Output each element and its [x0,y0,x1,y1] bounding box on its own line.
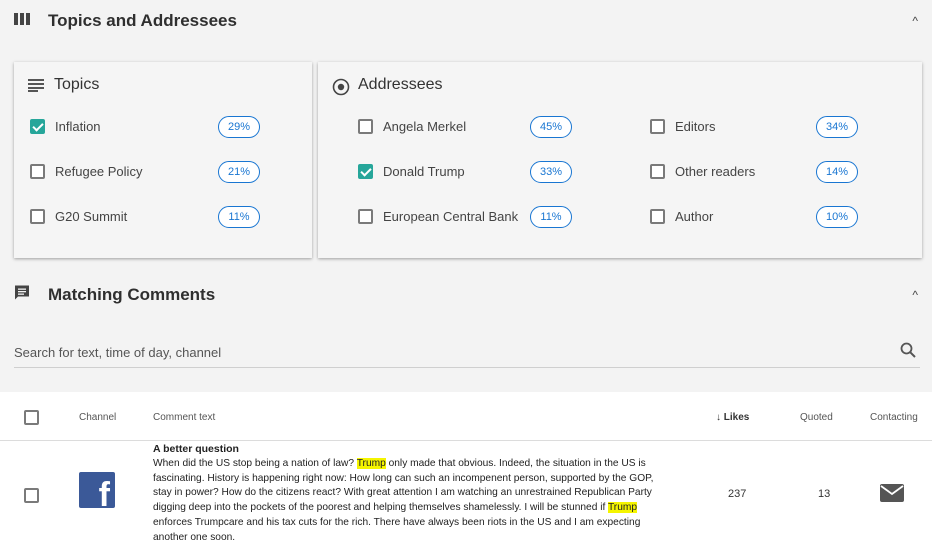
collapse-icon[interactable]: ^ [912,288,918,302]
columns-icon [14,12,30,30]
topic-label: Inflation [55,118,101,134]
topic-percent-badge: 29% [218,116,260,138]
addressees-title: Addressees [358,76,443,93]
addressee-label: Donald Trump [383,163,465,179]
topics-title: Topics [54,76,100,93]
checkbox[interactable] [30,118,45,134]
search-bar [14,336,920,368]
checkbox[interactable] [30,163,45,179]
addressee-option-other-readers[interactable]: Other readers [650,160,755,182]
addressee-option-angela-merkel[interactable]: Angela Merkel [358,115,466,137]
select-all-checkbox[interactable] [24,410,39,425]
topics-card: Topics Inflation 29% Refugee Policy 21% … [14,62,312,258]
checkbox[interactable] [30,208,45,224]
addressee-percent-badge: 14% [816,161,858,183]
addressee-percent-badge: 34% [816,116,858,138]
topic-option-inflation[interactable]: Inflation [30,115,101,137]
column-header-comment-text[interactable]: Comment text [153,412,215,423]
addressee-option-author[interactable]: Author [650,205,713,227]
facebook-icon: f [79,472,115,508]
matching-comments-header[interactable]: Matching Comments ^ [0,274,932,316]
topics-addressees-header[interactable]: Topics and Addressees ^ [0,0,932,42]
topic-option-refugee-policy[interactable]: Refugee Policy [30,160,142,182]
section-title: Matching Comments [48,285,216,304]
comment-title: A better question [153,443,239,455]
checkbox[interactable] [358,163,373,179]
list-icon [28,79,44,97]
addressee-label: Angela Merkel [383,118,467,134]
topic-label: Refugee Policy [55,163,143,179]
checkbox[interactable] [650,208,665,224]
addressee-label: Author [675,208,714,224]
section-title: Topics and Addressees [48,11,237,30]
comment-body-part: When did the US stop being a nation of l… [153,457,357,469]
topics-addressees-panel: Topics Inflation 29% Refugee Policy 21% … [0,42,932,274]
addressee-label: Editors [675,118,716,134]
column-header-likes[interactable]: ↓ Likes [716,412,749,423]
quoted-count: 13 [818,488,831,500]
search-input[interactable] [14,342,874,362]
topic-percent-badge: 21% [218,161,260,183]
facebook-glyph: f [98,476,110,508]
addressee-percent-badge: 10% [816,206,858,228]
addressees-card: Addressees Angela Merkel 45% Donald Trum… [318,62,922,258]
comment-text: A better question When did the US stop b… [153,442,673,546]
topic-percent-badge: 11% [218,206,260,228]
header-divider [0,440,932,441]
checkbox[interactable] [358,118,373,134]
topic-option-g20-summit[interactable]: G20 Summit [30,205,127,227]
checkbox[interactable] [650,163,665,179]
search-highlight: Trump [356,457,386,469]
addressee-percent-badge: 33% [530,161,572,183]
addressee-percent-badge: 45% [530,116,572,138]
search-icon[interactable] [900,342,916,363]
column-header-channel[interactable]: Channel [79,412,116,423]
checkbox[interactable] [650,118,665,134]
addressee-option-donald-trump[interactable]: Donald Trump [358,160,465,182]
addressee-option-european-central-bank[interactable]: European Central Bank [358,205,518,227]
addressee-label: Other readers [675,163,756,179]
column-header-quoted[interactable]: Quoted [800,412,833,423]
addressee-label: European Central Bank [383,208,519,224]
collapse-icon[interactable]: ^ [912,14,918,28]
topic-label: G20 Summit [55,208,128,224]
row-checkbox[interactable] [24,488,39,503]
comment-icon [14,285,30,306]
search-highlight: Trump [607,502,638,514]
comment-body-part: enforces Trumpcare and his tax cuts for … [153,516,641,543]
likes-count: 237 [728,488,747,500]
addressee-option-editors[interactable]: Editors [650,115,715,137]
addressee-percent-badge: 11% [530,206,572,228]
column-header-contacting[interactable]: Contacting [870,412,918,423]
radio-target-icon [332,78,350,101]
checkbox[interactable] [358,208,373,224]
mail-icon[interactable] [880,484,904,502]
